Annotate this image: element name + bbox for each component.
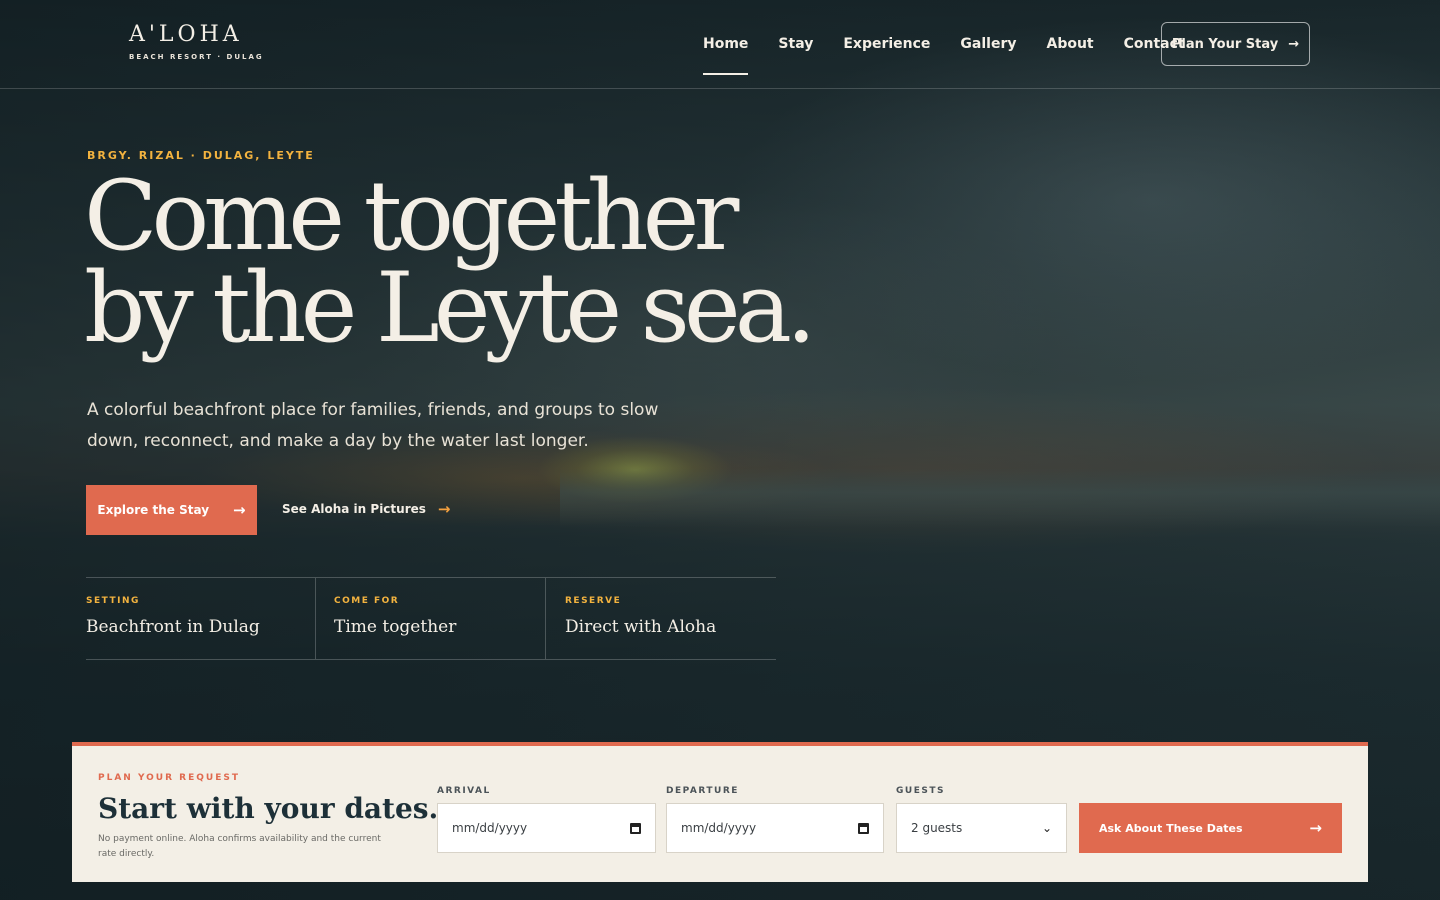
logo-tagline: BEACH RESORT · DULAG (129, 53, 264, 61)
booking-note: No payment online. Aloha confirms availa… (98, 834, 381, 859)
departure-field: DEPARTURE mm/dd/yyyy (666, 786, 884, 853)
fact-reserve: RESERVE Direct with Aloha (545, 578, 776, 659)
fact-value: Time together (334, 617, 457, 637)
nav-item-gallery[interactable]: Gallery (960, 36, 1016, 52)
fact-value: Beachfront in Dulag (86, 617, 260, 637)
arrival-input[interactable]: mm/dd/yyyy (437, 803, 656, 853)
arrival-field: ARRIVAL mm/dd/yyyy (437, 786, 656, 853)
booking-eyebrow: PLAN YOUR REQUEST (98, 773, 240, 783)
arrival-placeholder: mm/dd/yyyy (452, 821, 528, 835)
nav-item-about[interactable]: About (1046, 36, 1093, 52)
guests-select[interactable]: 2 guests ⌄ (896, 803, 1067, 853)
fact-label: RESERVE (565, 596, 622, 606)
see-aloha-in-pictures-label: See Aloha in Pictures (282, 502, 426, 516)
chevron-down-icon: ⌄ (1041, 821, 1052, 835)
fact-come-for: COME FOR Time together (315, 578, 545, 659)
arrival-label: ARRIVAL (437, 786, 491, 796)
main-nav: Home Stay Experience Gallery About Conta… (703, 36, 1185, 75)
nav-item-stay[interactable]: Stay (778, 36, 813, 52)
fact-setting: SETTING Beachfront in Dulag (86, 578, 315, 659)
fact-label: SETTING (86, 596, 140, 606)
hero-headline: Come together by the Leyte sea. (84, 168, 816, 356)
site-header: A'LOHA BEACH RESORT · DULAG Home Stay Ex… (0, 0, 1440, 89)
calendar-icon[interactable] (858, 822, 869, 834)
plan-your-stay-label: Plan Your Stay (1171, 36, 1279, 52)
ask-about-these-dates-button[interactable]: Ask About These Dates → (1079, 803, 1342, 853)
see-aloha-in-pictures-link[interactable]: See Aloha in Pictures → (282, 500, 450, 518)
plan-your-stay-button[interactable]: Plan Your Stay → (1161, 22, 1310, 66)
fact-label: COME FOR (334, 596, 400, 606)
arrow-right-icon: → (1288, 36, 1300, 52)
nav-item-home[interactable]: Home (703, 36, 749, 75)
arrow-right-icon: → (437, 500, 451, 518)
hero-headline-line-2: by the Leyte sea. (84, 252, 816, 364)
hero-surf (560, 468, 1440, 528)
guests-value: 2 guests (911, 821, 963, 835)
departure-input[interactable]: mm/dd/yyyy (666, 803, 884, 853)
departure-placeholder: mm/dd/yyyy (681, 821, 757, 835)
hero-lead: A colorful beachfront place for families… (87, 400, 659, 451)
calendar-icon[interactable] (630, 822, 641, 834)
explore-the-stay-button[interactable]: Explore the Stay → (86, 485, 257, 535)
nav-item-experience[interactable]: Experience (843, 36, 930, 52)
hero-facts: SETTING Beachfront in Dulag COME FOR Tim… (86, 577, 776, 660)
guests-field: GUESTS 2 guests ⌄ (896, 786, 1067, 853)
arrow-right-icon: → (1309, 819, 1322, 837)
ask-about-these-dates-label: Ask About These Dates (1099, 821, 1243, 835)
guests-label: GUESTS (896, 786, 945, 796)
logo[interactable]: A'LOHA BEACH RESORT · DULAG (129, 22, 264, 61)
booking-panel: PLAN YOUR REQUEST Start with your dates.… (72, 742, 1368, 882)
arrow-right-icon: → (233, 501, 246, 519)
booking-title: Start with your dates. (98, 792, 439, 825)
logo-title: A'LOHA (129, 22, 243, 47)
fact-value: Direct with Aloha (565, 617, 717, 637)
departure-label: DEPARTURE (666, 786, 739, 796)
explore-the-stay-label: Explore the Stay (97, 503, 210, 517)
